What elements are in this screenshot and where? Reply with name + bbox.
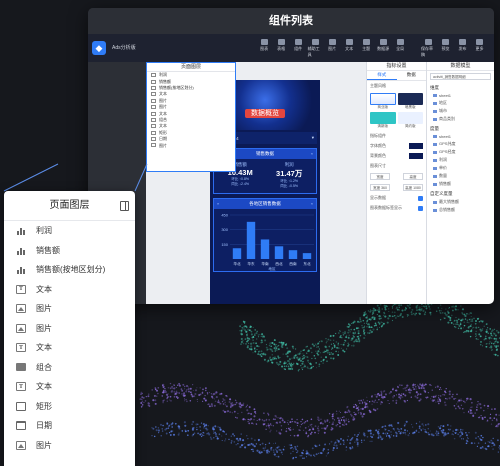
layer-item[interactable]: 图片 (4, 319, 135, 339)
date-icon (16, 421, 26, 431)
layer-item[interactable]: 图片 (4, 436, 135, 456)
image-icon (16, 440, 26, 450)
text-icon: T (16, 343, 26, 353)
layer-item[interactable]: T 文本 (4, 377, 135, 397)
layer-label: 组合 (36, 362, 52, 372)
layer-item[interactable]: 销售额(按地区划分) (4, 260, 135, 280)
text-icon: T (16, 284, 26, 294)
layer-label: 销售额 (36, 245, 60, 255)
rectangle-icon (16, 401, 26, 411)
collapse-panel-icon[interactable] (120, 201, 129, 211)
layer-label: 矩形 (36, 401, 52, 411)
layer-item[interactable]: 日期 (4, 416, 135, 436)
layer-label: 利润 (36, 226, 52, 236)
layer-label: 图片 (36, 440, 52, 450)
layer-label: 图片 (36, 304, 52, 314)
bar-chart-icon (16, 226, 26, 236)
folder-icon (16, 363, 26, 372)
layer-item[interactable]: T 文本 (4, 338, 135, 358)
image-icon (16, 304, 26, 314)
layer-label: 文本 (36, 343, 52, 353)
bar-chart-icon (16, 246, 26, 255)
layer-panel: 页面图层 利润 销售额 销售额(按地区划分) T 文本 图片 图片 T 文本 组合 T 文本 矩形 日期图… (4, 191, 135, 466)
layer-item[interactable]: 利润 (4, 221, 135, 241)
image-icon (16, 323, 26, 333)
layer-item[interactable]: T 文本 (4, 280, 135, 300)
layer-item[interactable]: 图片 (4, 299, 135, 319)
layer-item[interactable]: 组合 (4, 358, 135, 378)
connector-line (3, 163, 59, 192)
layer-label: 文本 (36, 284, 52, 294)
layer-panel-title: 页面图层 (49, 200, 90, 211)
text-icon: T (16, 382, 26, 392)
layer-label: 销售额(按地区划分) (36, 265, 106, 275)
layer-label: 文本 (36, 382, 52, 392)
connector-line (134, 163, 148, 192)
layer-label: 图片 (36, 323, 52, 333)
layer-item[interactable]: 矩形 (4, 397, 135, 417)
bar-chart-icon (16, 265, 26, 275)
layer-item[interactable]: 销售额 (4, 241, 135, 261)
layer-label: 日期 (36, 421, 52, 431)
